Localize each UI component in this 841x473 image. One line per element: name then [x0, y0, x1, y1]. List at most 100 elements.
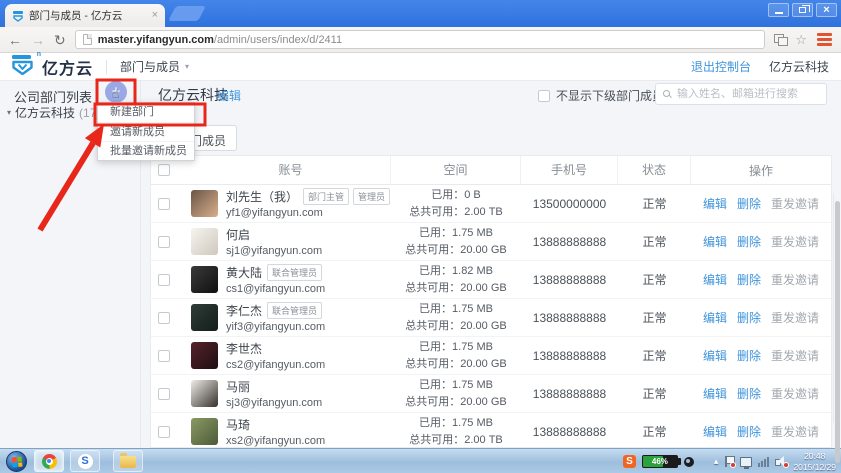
- edit-link[interactable]: 编辑: [703, 309, 727, 326]
- forward-button[interactable]: →: [31, 33, 45, 47]
- window-close-button[interactable]: ×: [816, 3, 837, 17]
- hide-subdept-checkbox[interactable]: [538, 90, 550, 102]
- display-tray-icon[interactable]: [740, 457, 752, 467]
- space-total: 总共可用：20.00 GB: [391, 356, 521, 373]
- role-badge: 部门主管: [303, 188, 349, 205]
- taskbar-sogou-button[interactable]: S: [70, 450, 100, 472]
- space-cell: 已用：0 B 总共可用：2.00 TB: [391, 187, 521, 220]
- edit-department-link[interactable]: 编辑: [217, 87, 241, 104]
- edit-link[interactable]: 编辑: [703, 423, 727, 440]
- scrollbar-thumb[interactable]: [835, 201, 840, 463]
- taskbar: S S 46% ▴ 20:48 2015/12/29: [0, 448, 841, 473]
- taskbar-explorer-button[interactable]: [113, 450, 143, 472]
- tree-expand-icon[interactable]: ▾: [7, 108, 11, 117]
- row-checkbox[interactable]: [158, 426, 170, 438]
- browser-tabstrip: 部门与成员 - 亿方云 × ×: [0, 0, 841, 27]
- tab-close-icon[interactable]: ×: [152, 10, 158, 21]
- space-cell: 已用：1.75 MB 总共可用：2.00 TB: [391, 415, 521, 448]
- sogou-browser-icon: S: [78, 454, 93, 469]
- window-minimize-button[interactable]: [768, 3, 789, 17]
- start-button[interactable]: [6, 451, 27, 472]
- search-input[interactable]: [677, 88, 819, 100]
- badge-wrap: 部门主管管理员: [303, 188, 390, 205]
- url-bar[interactable]: master.yifangyun.com/admin/users/index/d…: [75, 30, 766, 49]
- member-name: 李仁杰: [226, 302, 262, 319]
- bookmark-star-icon[interactable]: ☆: [795, 33, 807, 46]
- new-tab-button[interactable]: [168, 6, 206, 21]
- edit-link[interactable]: 编辑: [703, 271, 727, 288]
- space-total: 总共可用：20.00 GB: [391, 280, 521, 297]
- sidebar-item-company[interactable]: ▾ 亿方云科技(17): [7, 104, 100, 121]
- delete-link[interactable]: 删除: [737, 423, 761, 440]
- column-header-status: 状态: [618, 156, 691, 184]
- phone-cell: 13888888888: [521, 349, 618, 363]
- tab-title: 部门与成员 - 亿方云: [29, 8, 147, 23]
- exit-console-link[interactable]: 退出控制台: [691, 58, 751, 75]
- screen: 部门与成员 - 亿方云 × × ← → ↻ master.yifangyun.c…: [0, 0, 841, 473]
- network-signal-icon[interactable]: [758, 456, 769, 467]
- page-action-icon[interactable]: [774, 34, 786, 45]
- menu-item[interactable]: 批量邀请新成员: [98, 141, 194, 160]
- row-checkbox[interactable]: [158, 274, 170, 286]
- power-tray-icon[interactable]: [684, 457, 694, 467]
- edit-link[interactable]: 编辑: [703, 195, 727, 212]
- browser-tab[interactable]: 部门与成员 - 亿方云 ×: [5, 4, 165, 27]
- yifangyun-logo-icon: n: [10, 54, 35, 80]
- delete-link[interactable]: 删除: [737, 309, 761, 326]
- edit-link[interactable]: 编辑: [703, 385, 727, 402]
- menu-item[interactable]: 邀请新成员: [98, 122, 194, 141]
- space-used: 已用：1.75 MB: [391, 225, 521, 242]
- delete-link[interactable]: 删除: [737, 233, 761, 250]
- avatar: [191, 418, 218, 445]
- space-cell: 已用：1.75 MB 总共可用：20.00 GB: [391, 339, 521, 372]
- resend-invite-link[interactable]: 重发邀请: [771, 233, 819, 250]
- space-cell: 已用：1.75 MB 总共可用：20.00 GB: [391, 377, 521, 410]
- search-box[interactable]: [655, 83, 827, 105]
- nav-dropdown[interactable]: 部门与成员 ▾: [120, 58, 189, 75]
- delete-link[interactable]: 删除: [737, 271, 761, 288]
- status-cell: 正常: [618, 233, 691, 250]
- reload-button[interactable]: ↻: [54, 33, 66, 47]
- battery-indicator[interactable]: 46%: [642, 455, 678, 468]
- edit-link[interactable]: 编辑: [703, 347, 727, 364]
- taskbar-clock[interactable]: 20:48 2015/12/29: [793, 451, 838, 472]
- avatar: [191, 228, 218, 255]
- taskbar-chrome-button[interactable]: [34, 450, 64, 472]
- resend-invite-link[interactable]: 重发邀请: [771, 195, 819, 212]
- resend-invite-link[interactable]: 重发邀请: [771, 385, 819, 402]
- sogou-input-tray-icon[interactable]: S: [623, 455, 636, 468]
- edit-link[interactable]: 编辑: [703, 233, 727, 250]
- row-checkbox[interactable]: [158, 198, 170, 210]
- member-name: 李世杰: [226, 340, 262, 357]
- resend-invite-link[interactable]: 重发邀请: [771, 347, 819, 364]
- row-checkbox[interactable]: [158, 350, 170, 362]
- hidden-icons-button[interactable]: ▴: [714, 456, 719, 467]
- hide-subdept-filter[interactable]: 不显示下级部门成员: [538, 87, 664, 104]
- space-used: 已用：0 B: [391, 187, 521, 204]
- delete-link[interactable]: 删除: [737, 195, 761, 212]
- minimize-icon: [775, 12, 783, 14]
- back-button[interactable]: ←: [8, 33, 22, 47]
- members-table: 账号 空间 手机号 状态 操作 刘先生（我）部门主管管理员 yf1@yifang…: [150, 155, 832, 448]
- delete-link[interactable]: 删除: [737, 385, 761, 402]
- member-name: 何启: [226, 226, 250, 243]
- row-checkbox[interactable]: [158, 236, 170, 248]
- action-center-icon[interactable]: [724, 456, 734, 467]
- row-checkbox[interactable]: [158, 312, 170, 324]
- vertical-scrollbar[interactable]: [833, 193, 841, 423]
- hand-cursor-icon: ☝: [112, 87, 119, 101]
- resend-invite-link[interactable]: 重发邀请: [771, 423, 819, 440]
- resend-invite-link[interactable]: 重发邀请: [771, 271, 819, 288]
- row-checkbox[interactable]: [158, 388, 170, 400]
- delete-link[interactable]: 删除: [737, 347, 761, 364]
- browser-menu-icon[interactable]: [816, 31, 833, 48]
- restore-icon: [799, 7, 806, 13]
- resend-invite-link[interactable]: 重发邀请: [771, 309, 819, 326]
- window-restore-button[interactable]: [792, 3, 813, 17]
- search-icon: [663, 90, 671, 98]
- space-cell: 已用：1.75 MB 总共可用：20.00 GB: [391, 301, 521, 334]
- space-total: 总共可用：20.00 GB: [391, 394, 521, 411]
- select-all-checkbox[interactable]: [158, 164, 170, 176]
- menu-item[interactable]: 新建部门: [98, 103, 194, 122]
- volume-muted-icon[interactable]: [775, 456, 787, 467]
